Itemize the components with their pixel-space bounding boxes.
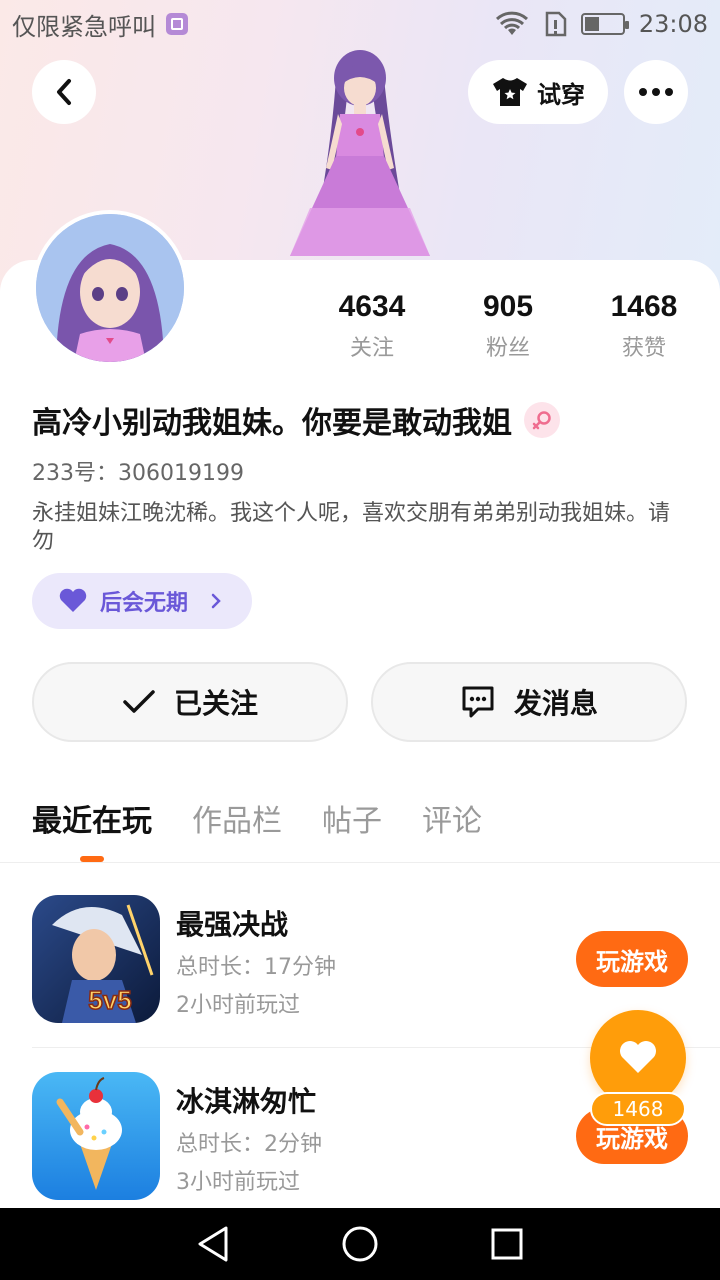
tabs-divider	[0, 862, 720, 863]
game-name: 冰淇淋匆忙	[176, 1085, 317, 1118]
check-icon	[123, 690, 155, 713]
stat-label: 关注	[349, 336, 394, 361]
follow-label: 已关注	[173, 687, 258, 720]
follow-button[interactable]: 已关注	[32, 662, 348, 742]
heart-icon	[620, 1041, 656, 1073]
tab-comments[interactable]: 评论	[422, 796, 482, 846]
relationship-tag[interactable]: 后会无期	[32, 573, 252, 629]
stats-bar: 4634 关注 905 粉丝 1468 获赞	[300, 290, 720, 370]
carrier-text: 仅限紧急呼叫	[12, 12, 156, 41]
game-icon-ice-cream	[32, 1072, 160, 1200]
heart-icon	[59, 588, 87, 612]
message-button[interactable]: 发消息	[371, 662, 687, 742]
female-gender-icon	[524, 402, 560, 438]
sim-card-icon	[166, 13, 188, 35]
message-label: 发消息	[513, 687, 598, 720]
nav-back-icon[interactable]	[196, 1225, 230, 1263]
status-bar: 仅限紧急呼叫 23:08	[0, 0, 720, 48]
stat-likes[interactable]: 1468 获赞	[574, 290, 714, 362]
tab-posts[interactable]: 帖子	[322, 796, 382, 846]
chevron-right-icon	[211, 593, 221, 609]
clock: 23:08	[638, 10, 708, 38]
more-options-button[interactable]	[624, 60, 688, 124]
bio-text: 永挂姐妹江晚沈稀。我这个人呢，喜欢交朋有弟弟别动我姐妹。请勿	[32, 501, 671, 554]
tab-recently-played[interactable]: 最近在玩	[32, 796, 152, 846]
tab-works[interactable]: 作品栏	[192, 796, 282, 846]
avatar-image	[36, 214, 184, 362]
back-button[interactable]	[32, 60, 96, 124]
game-list-item[interactable]: 5v5 最强决战 总时长：17分钟 2小时前玩过 玩游戏	[32, 895, 720, 1025]
more-icon	[639, 88, 673, 96]
stat-fans[interactable]: 905 粉丝	[438, 290, 578, 362]
game-icon-moba: 5v5	[32, 895, 160, 1023]
chevron-left-icon	[57, 79, 71, 105]
system-nav-bar	[0, 1208, 720, 1280]
stat-value: 1468	[610, 290, 678, 323]
game-name: 最强决战	[176, 908, 289, 941]
play-game-button[interactable]: 玩游戏	[576, 931, 688, 987]
stat-following[interactable]: 4634 关注	[302, 290, 442, 362]
avatar[interactable]	[32, 210, 188, 366]
wifi-icon	[495, 11, 528, 35]
tshirt-icon	[493, 78, 527, 106]
stat-value: 4634	[338, 290, 406, 323]
nickname-row: 高冷小别动我姐妹。你要是敢动我姐	[32, 398, 560, 442]
nickname: 高冷小别动我姐妹。你要是敢动我姐	[32, 406, 512, 441]
like-count: 1468	[590, 1092, 686, 1126]
stat-label: 粉丝	[485, 336, 530, 361]
nav-recents-icon[interactable]	[490, 1227, 524, 1261]
character-figure	[290, 50, 430, 256]
stat-label: 获赞	[621, 336, 666, 361]
try-on-label: 试穿	[537, 80, 585, 109]
game-badge: 5v5	[88, 985, 131, 1015]
chat-bubble-icon	[462, 686, 494, 718]
game-duration: 总时长：2分钟	[176, 1132, 322, 1157]
user-id: 233号：306019199	[32, 461, 244, 486]
battery-icon	[580, 13, 629, 35]
stat-value: 905	[482, 290, 534, 323]
profile-tabs: 最近在玩 作品栏 帖子 评论	[32, 796, 482, 846]
nav-home-icon[interactable]	[341, 1225, 379, 1263]
try-on-button[interactable]: 试穿	[468, 60, 608, 124]
game-duration: 总时长：17分钟	[176, 955, 336, 980]
no-sim-icon	[545, 11, 567, 37]
tag-label: 后会无期	[100, 591, 189, 616]
game-last-played: 2小时前玩过	[176, 993, 300, 1018]
game-last-played: 3小时前玩过	[176, 1170, 300, 1195]
